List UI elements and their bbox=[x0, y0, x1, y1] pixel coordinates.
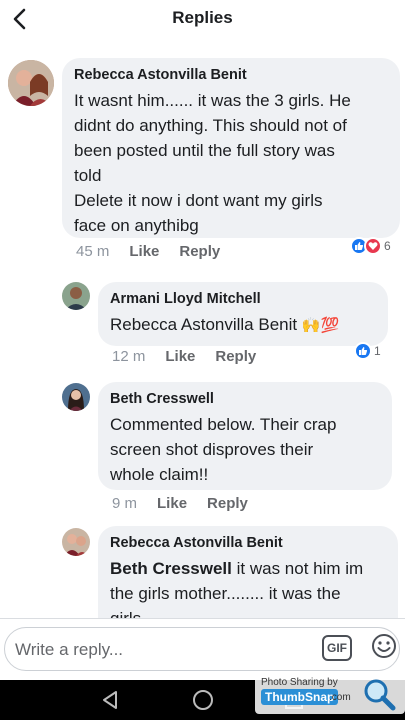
reply-thread[interactable]: Rebecca Astonvilla Benit It wasnt him...… bbox=[0, 40, 405, 618]
comment-bubble: Armani Lloyd Mitchell Rebecca Astonvilla… bbox=[98, 282, 388, 346]
emoji: 🙌💯 bbox=[301, 317, 340, 334]
reaction-count: 6 bbox=[384, 239, 391, 253]
comment-meta: 12 m Like Reply bbox=[112, 348, 256, 365]
like-link[interactable]: Like bbox=[157, 495, 187, 512]
comment-text: Commented below. Their crap screen shot … bbox=[110, 415, 337, 484]
reaction-summary[interactable]: 6 bbox=[350, 236, 391, 256]
reply-link[interactable]: Reply bbox=[207, 495, 248, 512]
header-bar: Replies bbox=[0, 0, 405, 40]
avatar[interactable] bbox=[62, 528, 90, 556]
mention-link[interactable]: Beth Cresswell bbox=[110, 559, 232, 578]
comment-bubble: Rebecca Astonvilla Benit Beth Cresswell … bbox=[98, 526, 398, 618]
comment-meta: 45 m Like Reply bbox=[76, 243, 220, 260]
love-reaction-icon bbox=[364, 237, 382, 255]
comment-author[interactable]: Rebecca Astonvilla Benit bbox=[74, 66, 388, 84]
gif-button[interactable]: GIF bbox=[322, 635, 352, 661]
comment-meta: 9 m Like Reply bbox=[112, 495, 248, 512]
comment-text: It wasnt him...... it was the 3 girls. H… bbox=[74, 91, 351, 235]
reaction-count: 1 bbox=[374, 344, 381, 358]
mention-link[interactable]: Rebecca Astonvilla Benit bbox=[110, 315, 297, 334]
avatar[interactable] bbox=[62, 383, 90, 411]
comment-author[interactable]: Rebecca Astonvilla Benit bbox=[110, 534, 386, 552]
reaction-summary[interactable]: 1 bbox=[354, 341, 381, 361]
avatar[interactable] bbox=[8, 60, 54, 106]
reply-link[interactable]: Reply bbox=[215, 348, 256, 365]
like-reaction-icon bbox=[354, 342, 372, 360]
nav-home-icon[interactable] bbox=[191, 688, 215, 712]
nav-back-icon[interactable] bbox=[98, 688, 122, 712]
comment-bubble: Beth Cresswell Commented below. Their cr… bbox=[98, 382, 392, 490]
avatar[interactable] bbox=[62, 282, 90, 310]
comment-bubble: Rebecca Astonvilla Benit It wasnt him...… bbox=[62, 58, 400, 238]
watermark-text: Photo Sharing by bbox=[261, 677, 338, 688]
watermark-suffix: .com bbox=[329, 692, 351, 703]
timestamp: 45 m bbox=[76, 243, 110, 260]
thumbsnap-watermark: Photo Sharing by ThumbSnap .com bbox=[255, 674, 405, 714]
comment-author[interactable]: Beth Cresswell bbox=[110, 390, 380, 408]
magnifier-icon bbox=[364, 679, 396, 711]
comment-text: Beth Cresswell it was not him im the gir… bbox=[110, 559, 364, 618]
like-link[interactable]: Like bbox=[129, 243, 159, 260]
timestamp: 9 m bbox=[112, 495, 138, 512]
emoji-icon[interactable] bbox=[371, 633, 397, 659]
comment-text: Rebecca Astonvilla Benit 🙌💯 bbox=[110, 312, 376, 338]
reply-link[interactable]: Reply bbox=[179, 243, 220, 260]
reply-composer: Write a reply... GIF bbox=[0, 618, 405, 680]
reply-placeholder: Write a reply... bbox=[15, 640, 124, 659]
comment-author[interactable]: Armani Lloyd Mitchell bbox=[110, 290, 376, 308]
page-title: Replies bbox=[172, 8, 233, 27]
watermark-brand: ThumbSnap bbox=[261, 689, 339, 705]
timestamp: 12 m bbox=[112, 348, 146, 365]
like-link[interactable]: Like bbox=[165, 348, 195, 365]
